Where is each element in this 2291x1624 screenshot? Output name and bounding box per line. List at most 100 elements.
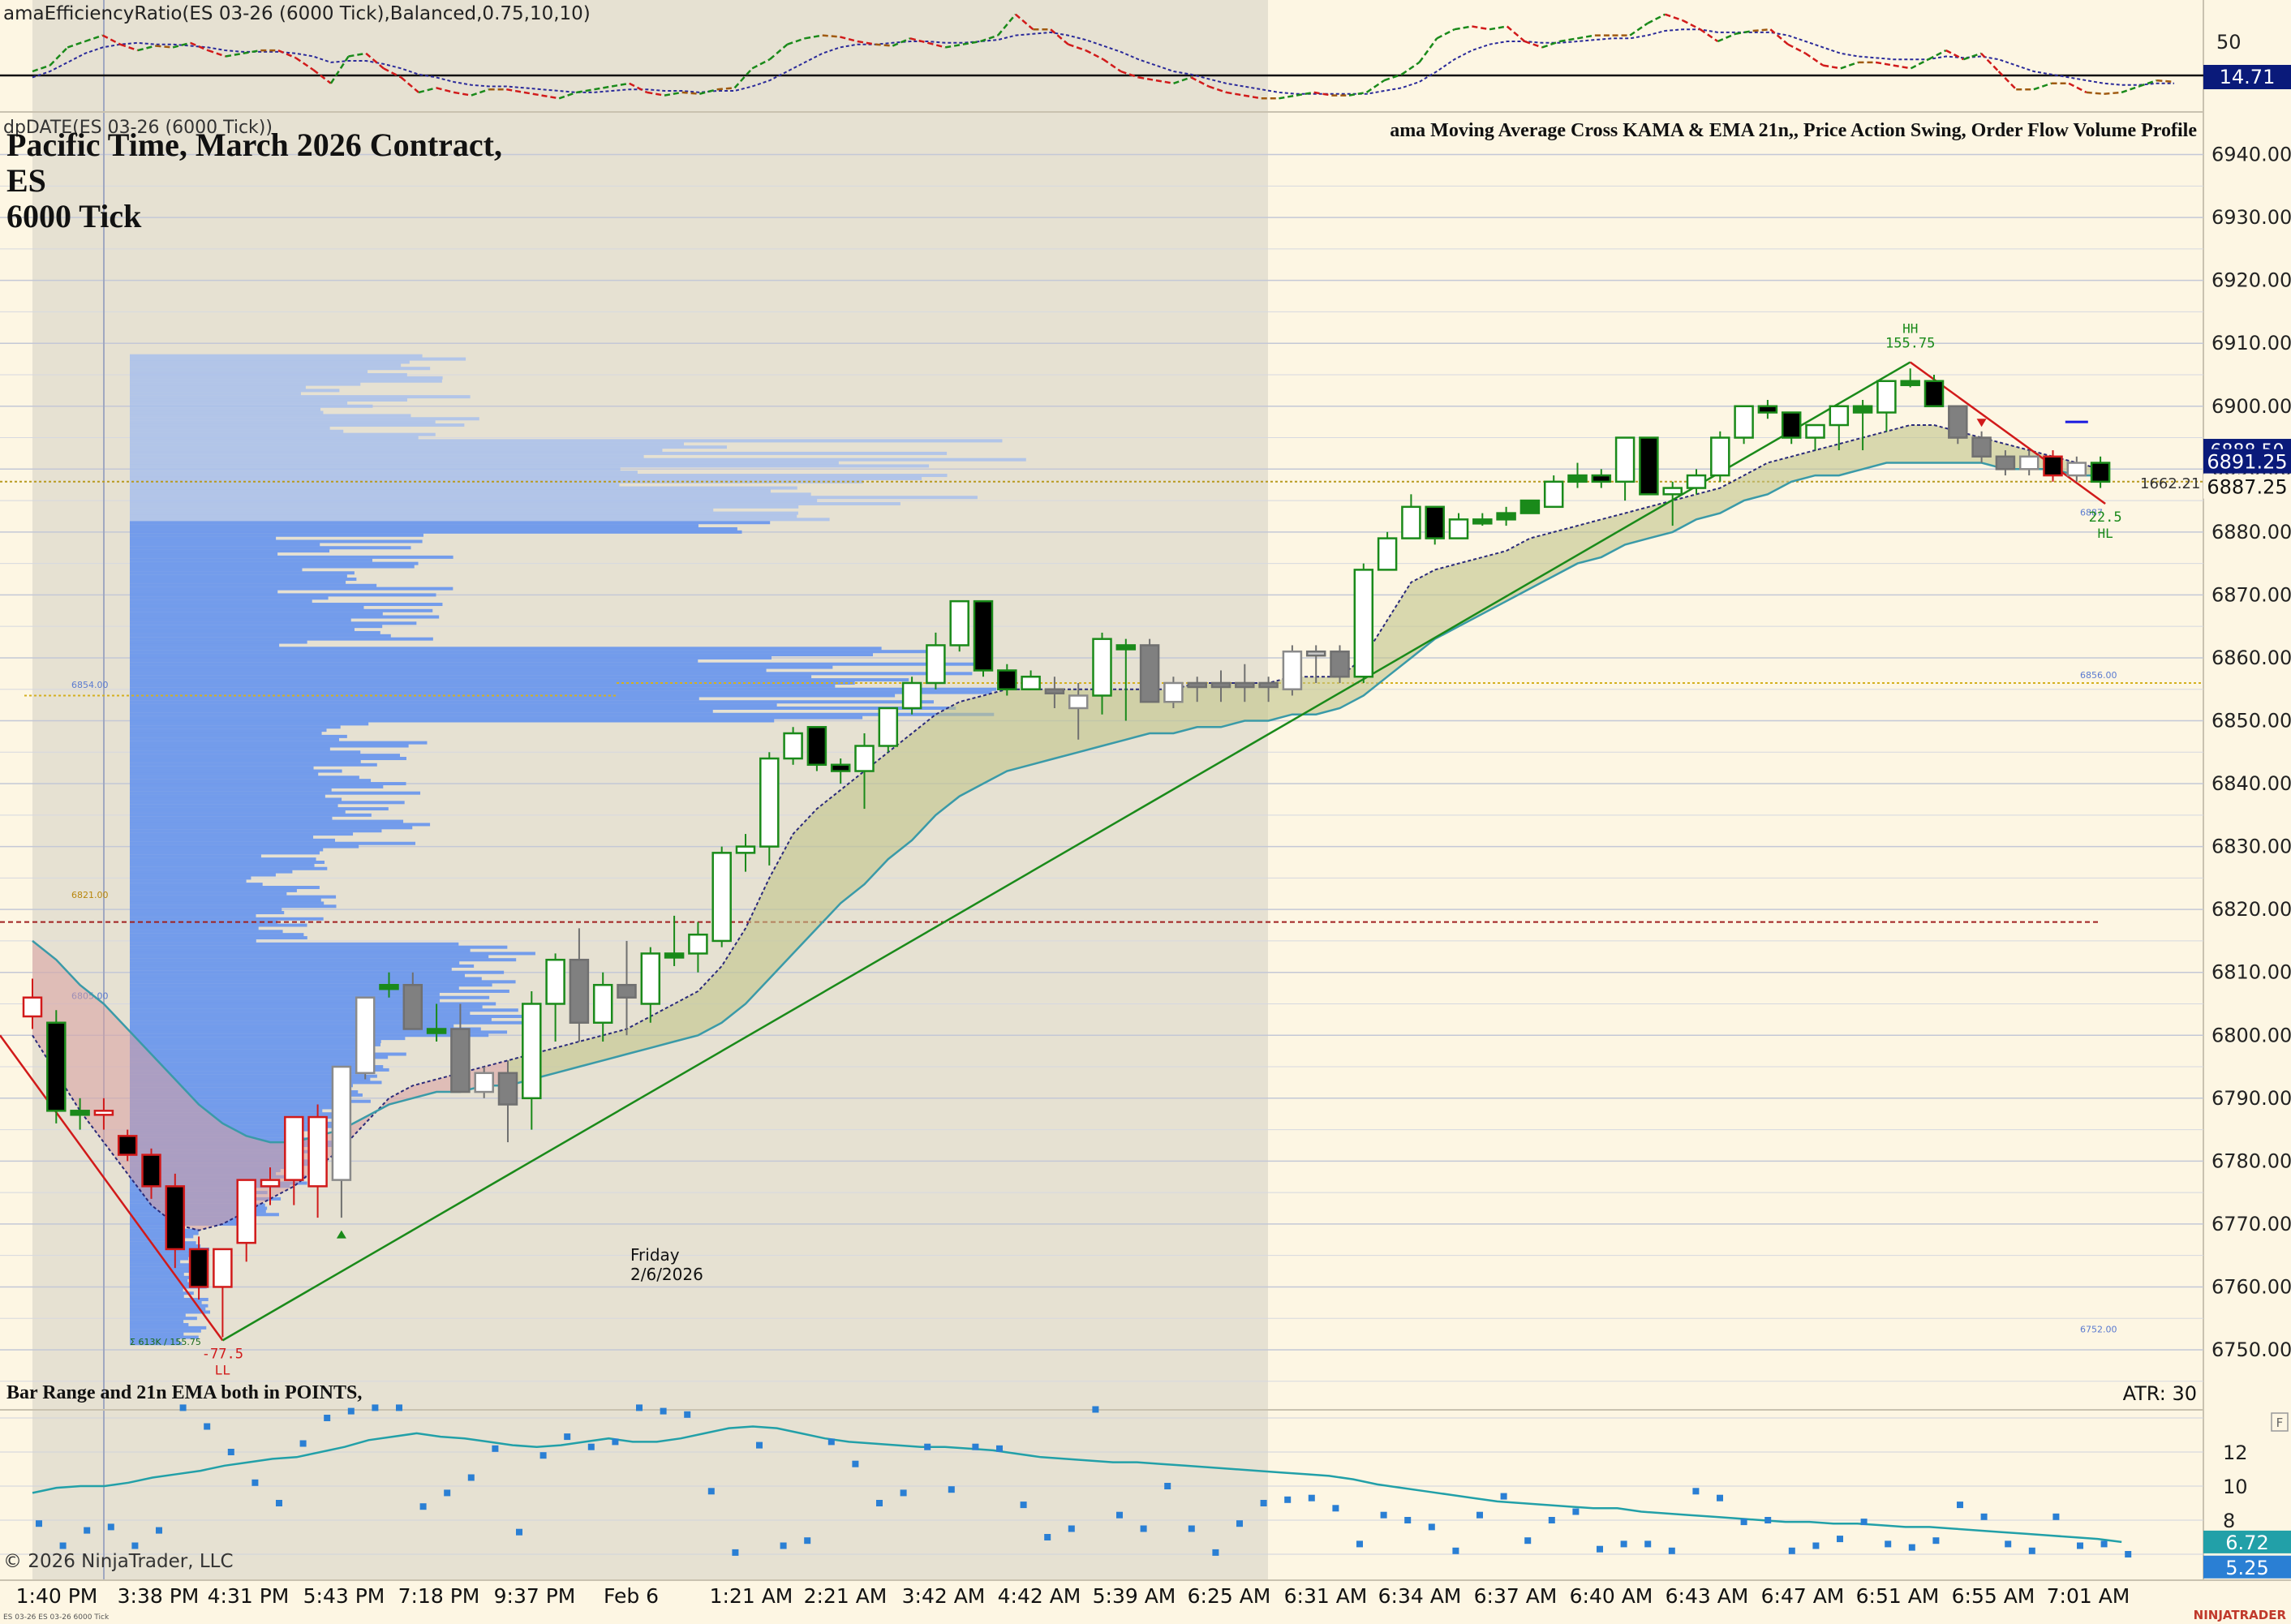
price-axis-tick: 6800.00 — [2211, 1024, 2291, 1046]
bar-range-dot — [1837, 1536, 1843, 1543]
bar-range-dot — [516, 1528, 522, 1536]
price-axis-tick: 6900.00 — [2211, 395, 2291, 418]
profile-row — [130, 697, 699, 701]
bar-range-dot — [179, 1404, 187, 1411]
profile-row — [130, 543, 320, 547]
profile-row — [130, 1055, 389, 1059]
bar-range-dot — [1308, 1494, 1315, 1502]
candle-body — [901, 681, 922, 710]
side-value: 1662.21 — [2140, 475, 2200, 492]
candle-body — [284, 1115, 304, 1181]
profile-row — [130, 385, 306, 389]
profile-row — [130, 1250, 199, 1254]
profile-row — [130, 917, 324, 921]
profile-row — [130, 603, 443, 607]
candle-body — [1923, 380, 1945, 408]
bar-range-dot — [36, 1520, 42, 1527]
profile-row — [130, 429, 344, 433]
profile-row — [130, 706, 956, 710]
bar-range-dot — [684, 1411, 691, 1418]
bar-range-dot — [1332, 1505, 1339, 1512]
bar-range-dot — [1620, 1540, 1627, 1548]
candle-body — [854, 745, 875, 772]
profile-row — [130, 1260, 181, 1264]
profile-row — [130, 357, 466, 361]
candle-body — [1781, 411, 1802, 439]
price-axis-tick: 6920.00 — [2211, 269, 2291, 292]
bar-range-dot — [2028, 1547, 2035, 1554]
profile-row — [130, 782, 406, 786]
profile-row — [130, 1297, 208, 1301]
profile-row — [130, 1231, 199, 1235]
profile-row — [130, 1295, 184, 1299]
bar-range-dot — [1380, 1511, 1387, 1519]
profile-row — [130, 857, 316, 861]
price-chart[interactable]: 50 14.71 amaEfficiencyRatio(ES 03-26 (600… — [0, 0, 2291, 1624]
time-axis[interactable]: 1:40 PM 3:38 PM 4:31 PM 5:43 PM 7:18 PM 9:37 … — [16, 1584, 2130, 1608]
bar-range-dot — [347, 1407, 355, 1415]
candle-body — [2018, 455, 2040, 470]
candle-body — [1330, 650, 1350, 678]
profile-row — [130, 747, 330, 751]
profile-row — [130, 451, 948, 455]
candle-body — [1472, 518, 1493, 525]
bar-range-dot — [1260, 1500, 1267, 1506]
profile-row — [130, 549, 330, 553]
bar-range-dot — [1572, 1508, 1580, 1515]
candle-body — [426, 1028, 447, 1034]
profile-row — [130, 659, 698, 663]
profile-row — [130, 1322, 189, 1326]
bar-range-dot — [1068, 1525, 1075, 1532]
profile-row — [130, 640, 307, 644]
price-axis-tick: 6850.00 — [2211, 710, 2291, 733]
profile-row — [130, 514, 797, 518]
bar-range-dot — [972, 1443, 979, 1450]
bottom-axis-tick: 8 — [2223, 1510, 2235, 1532]
profile-row — [130, 757, 406, 761]
profile-row — [130, 524, 698, 528]
candle-body — [1639, 436, 1659, 496]
profile-row — [130, 483, 620, 487]
time-axis-label: 1:21 AM — [710, 1584, 793, 1608]
profile-row — [130, 863, 315, 867]
candle-body — [949, 599, 969, 647]
profile-row — [130, 870, 293, 874]
time-axis-label: 7:01 AM — [2047, 1584, 2130, 1608]
profile-row — [130, 876, 251, 880]
profile-row — [130, 829, 382, 833]
candle-body — [664, 952, 685, 959]
profile-row — [130, 791, 421, 795]
profile-row — [130, 980, 516, 984]
profile-row — [130, 1257, 189, 1261]
price-axis-tick: 6760.00 — [2211, 1275, 2291, 1298]
bar-range-dot — [1428, 1523, 1435, 1531]
profile-level-label: 6854.00 — [71, 680, 109, 690]
profile-row — [130, 1270, 189, 1274]
candle-body — [806, 726, 827, 767]
bottom-value-label: 5.25 — [2225, 1557, 2268, 1579]
profile-row — [130, 838, 335, 842]
bar-range-dot — [612, 1438, 619, 1446]
profile-row — [130, 754, 401, 758]
profile-row — [130, 1282, 196, 1286]
atr-label: ATR: 30 — [2123, 1382, 2197, 1405]
candle-body — [569, 958, 590, 1024]
candle-body — [1852, 405, 1873, 414]
profile-row — [130, 571, 355, 575]
candle-body — [2066, 462, 2087, 477]
profile-row — [130, 813, 372, 817]
profile-row — [130, 794, 325, 798]
bar-range-dot — [827, 1438, 835, 1446]
candle-body — [141, 1154, 161, 1188]
swing-tag-hh: HH — [1902, 320, 1918, 336]
profile-row — [130, 995, 490, 999]
profile-row — [130, 1307, 206, 1311]
panel-options-button-label: F — [2276, 1416, 2284, 1430]
profile-row — [130, 354, 423, 358]
candle-body — [1258, 681, 1279, 689]
bar-range-dot — [1236, 1520, 1243, 1527]
bar-range-dot — [924, 1443, 931, 1450]
bar-range-dot — [59, 1542, 67, 1549]
candle-body — [1567, 474, 1588, 483]
bar-range-dot — [948, 1486, 955, 1493]
